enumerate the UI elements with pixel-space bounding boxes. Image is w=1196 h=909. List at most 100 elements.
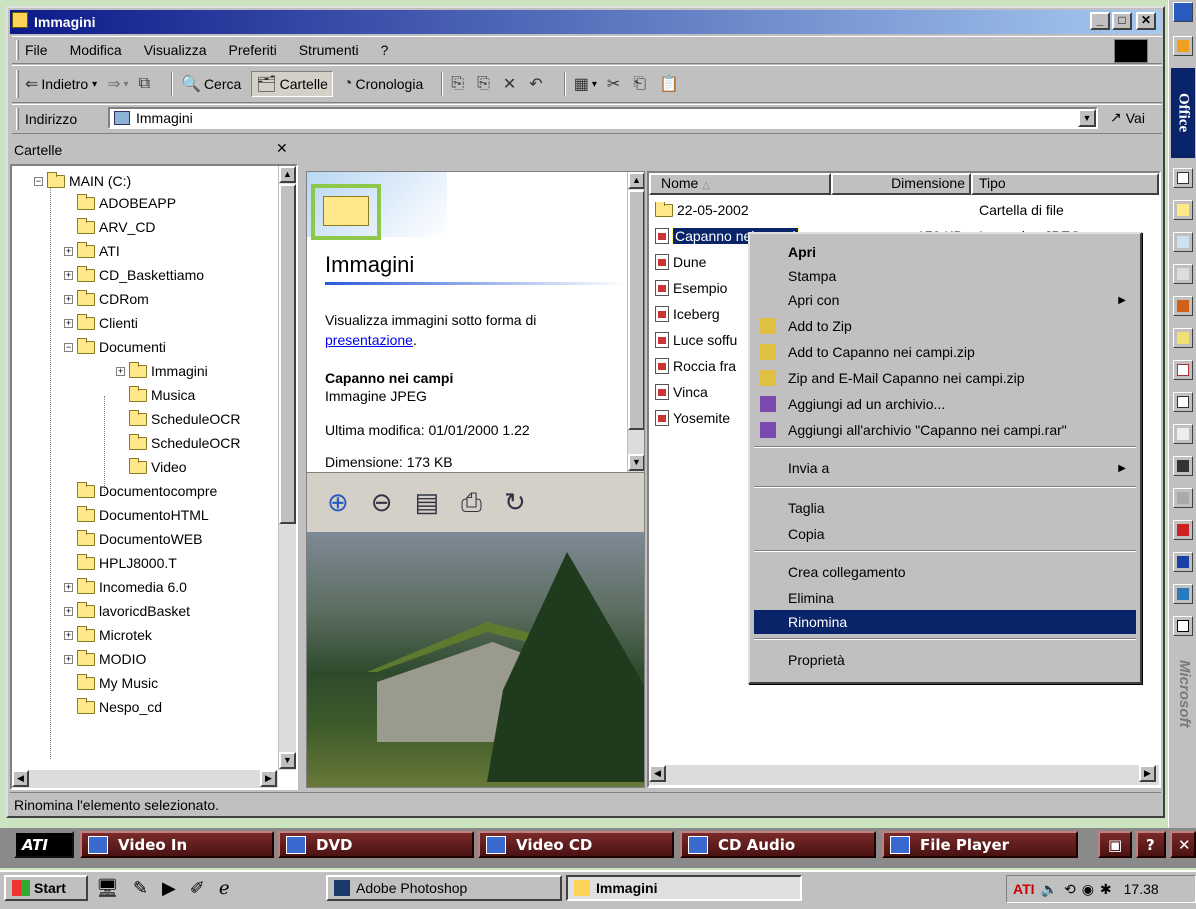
minimize-button[interactable]: _: [1090, 12, 1110, 30]
video-cd-button[interactable]: Video CD: [478, 831, 674, 858]
media-player-icon[interactable]: ▶: [162, 878, 176, 899]
network-icon[interactable]: ⟲: [1064, 881, 1076, 898]
internet-explorer-icon[interactable]: ℯ: [219, 878, 230, 899]
tree-item[interactable]: + CD_Baskettiamo: [64, 264, 204, 286]
office-open-icon[interactable]: [1173, 200, 1193, 220]
menu-visualizza[interactable]: Visualizza: [144, 42, 207, 58]
clock[interactable]: 17.38: [1124, 881, 1159, 897]
tree-item[interactable]: HPLJ8000.T: [64, 552, 177, 574]
office-journal-icon[interactable]: [1173, 424, 1193, 444]
menu-item-cut[interactable]: Taglia: [754, 496, 1136, 520]
task-immagini[interactable]: Immagini: [566, 875, 802, 901]
office-note-icon[interactable]: [1173, 328, 1193, 348]
file-player-button[interactable]: File Player: [882, 831, 1078, 858]
tree-item[interactable]: DocumentoWEB: [64, 528, 202, 550]
copy-button[interactable]: ⎗: [633, 75, 649, 93]
undo-button[interactable]: ↶: [529, 74, 545, 94]
expand-icon[interactable]: +: [64, 582, 73, 592]
expand-icon[interactable]: +: [64, 318, 73, 328]
expand-icon[interactable]: +: [116, 366, 125, 376]
office-contacts-icon[interactable]: [1173, 264, 1193, 284]
tree-item[interactable]: DocumentoHTML: [64, 504, 209, 526]
menu-item-open-with[interactable]: Apri con ▶: [754, 288, 1136, 312]
scroll-thumb[interactable]: [279, 184, 296, 524]
print-icon[interactable]: ⎙: [461, 487, 482, 519]
preview-scrollbar[interactable]: ▲ ▼: [627, 172, 644, 472]
scroll-up-icon[interactable]: ▲: [628, 172, 644, 189]
tree-item[interactable]: My Music: [64, 672, 158, 694]
delete-button[interactable]: ✕: [503, 74, 519, 94]
zoom-out-icon[interactable]: ⊖: [371, 487, 393, 518]
office-calendar-icon[interactable]: [1173, 360, 1193, 380]
tree-item-root[interactable]: − MAIN (C:): [34, 170, 131, 192]
office-word-icon[interactable]: [1173, 552, 1193, 572]
back-button[interactable]: ⇐ Indietro ▾: [25, 74, 97, 94]
task-adobe-photoshop[interactable]: Adobe Photoshop: [326, 875, 562, 901]
tree-item[interactable]: + Incomedia 6.0: [64, 576, 187, 598]
tree-item[interactable]: Musica: [116, 384, 195, 406]
scroll-thumb[interactable]: [628, 190, 644, 430]
views-button[interactable]: ▦ ▾: [574, 74, 597, 94]
tree-item[interactable]: + lavoricdBasket: [64, 600, 190, 622]
tree-item[interactable]: + Microtek: [64, 624, 152, 646]
tree-item[interactable]: Video: [116, 456, 187, 478]
office-acrobat-icon[interactable]: [1173, 520, 1193, 540]
slideshow-link[interactable]: presentazione: [325, 332, 413, 348]
copy-to-button[interactable]: ⎘: [477, 75, 493, 93]
expand-icon[interactable]: +: [64, 606, 73, 616]
tree-item[interactable]: Nespo_cd: [64, 696, 162, 718]
menu-item-add-to-named-zip[interactable]: Add to Capanno nei campi.zip: [754, 340, 1136, 364]
show-desktop-icon[interactable]: 🖥: [96, 878, 119, 899]
scroll-right-icon[interactable]: ▶: [1139, 765, 1156, 782]
image-preview-icon[interactable]: ▤: [415, 487, 440, 518]
office-screen-icon[interactable]: [1173, 584, 1193, 604]
menu-item-add-to-rar[interactable]: Aggiungi all'archivio "Capanno nei campi…: [754, 418, 1136, 442]
office-task-icon[interactable]: [1173, 392, 1193, 412]
menu-item-properties[interactable]: Proprietà: [754, 648, 1136, 672]
office-powerpoint-icon[interactable]: [1173, 296, 1193, 316]
expand-icon[interactable]: +: [64, 630, 73, 640]
close-button[interactable]: ✕: [1136, 12, 1156, 30]
scroll-up-icon[interactable]: ▲: [279, 166, 296, 183]
ati-logo-button[interactable]: ATI: [14, 831, 74, 858]
tree-item[interactable]: + ATI: [64, 240, 120, 262]
scroll-down-icon[interactable]: ▼: [628, 454, 644, 471]
dvd-button[interactable]: DVD: [278, 831, 474, 858]
scroll-left-icon[interactable]: ◀: [649, 765, 666, 782]
scroll-down-icon[interactable]: ▼: [279, 752, 296, 769]
antivirus-icon[interactable]: ◉: [1082, 881, 1094, 898]
address-dropdown-button[interactable]: ▼: [1078, 109, 1096, 127]
start-button[interactable]: Start: [4, 875, 88, 901]
address-input[interactable]: Immagini ▼: [108, 107, 1098, 129]
tree-item[interactable]: + Immagini: [116, 360, 208, 382]
rotate-icon[interactable]: ↻: [504, 487, 526, 518]
column-dimensione[interactable]: Dimensione: [831, 173, 971, 195]
folder-tree[interactable]: − MAIN (C:) ADOBEAPP ARV_CD + ATI + CD_Basketti…: [10, 164, 298, 790]
search-button[interactable]: 🔍 Cerca: [181, 74, 241, 94]
menu-preferiti[interactable]: Preferiti: [228, 42, 276, 58]
history-button[interactable]: ◔ Cronologia: [343, 75, 423, 93]
tool-icon[interactable]: ✐: [190, 878, 205, 899]
menu-modifica[interactable]: Modifica: [70, 42, 122, 58]
folders-button[interactable]: 🗂 Cartelle: [251, 71, 333, 97]
menu-item-add-to-zip[interactable]: Add to Zip: [754, 314, 1136, 338]
video-in-button[interactable]: Video In: [80, 831, 274, 858]
collapse-icon[interactable]: −: [64, 342, 73, 352]
menu-item-create-shortcut[interactable]: Crea collegamento: [754, 560, 1136, 584]
column-nome[interactable]: Nome △: [649, 173, 831, 195]
tree-item[interactable]: + MODIO: [64, 648, 146, 670]
paste-button[interactable]: 📋: [659, 74, 682, 94]
office-outlook-icon[interactable]: [1173, 232, 1193, 252]
close-folders-icon[interactable]: ✕: [276, 140, 288, 157]
scroll-left-icon[interactable]: ◀: [12, 770, 29, 787]
menu-item-send-to[interactable]: Invia a ▶: [754, 456, 1136, 480]
tree-item[interactable]: ARV_CD: [64, 216, 156, 238]
tree-item[interactable]: ADOBEAPP: [64, 192, 176, 214]
menu-item-rename[interactable]: Rinomina: [754, 610, 1136, 634]
cut-button[interactable]: ✂: [607, 74, 623, 94]
tree-item[interactable]: ScheduleOCR: [116, 408, 241, 430]
expand-icon[interactable]: +: [64, 270, 73, 280]
scroll-right-icon[interactable]: ▶: [260, 770, 277, 787]
menu-help[interactable]: ?: [381, 42, 389, 58]
cd-audio-button[interactable]: CD Audio: [680, 831, 876, 858]
